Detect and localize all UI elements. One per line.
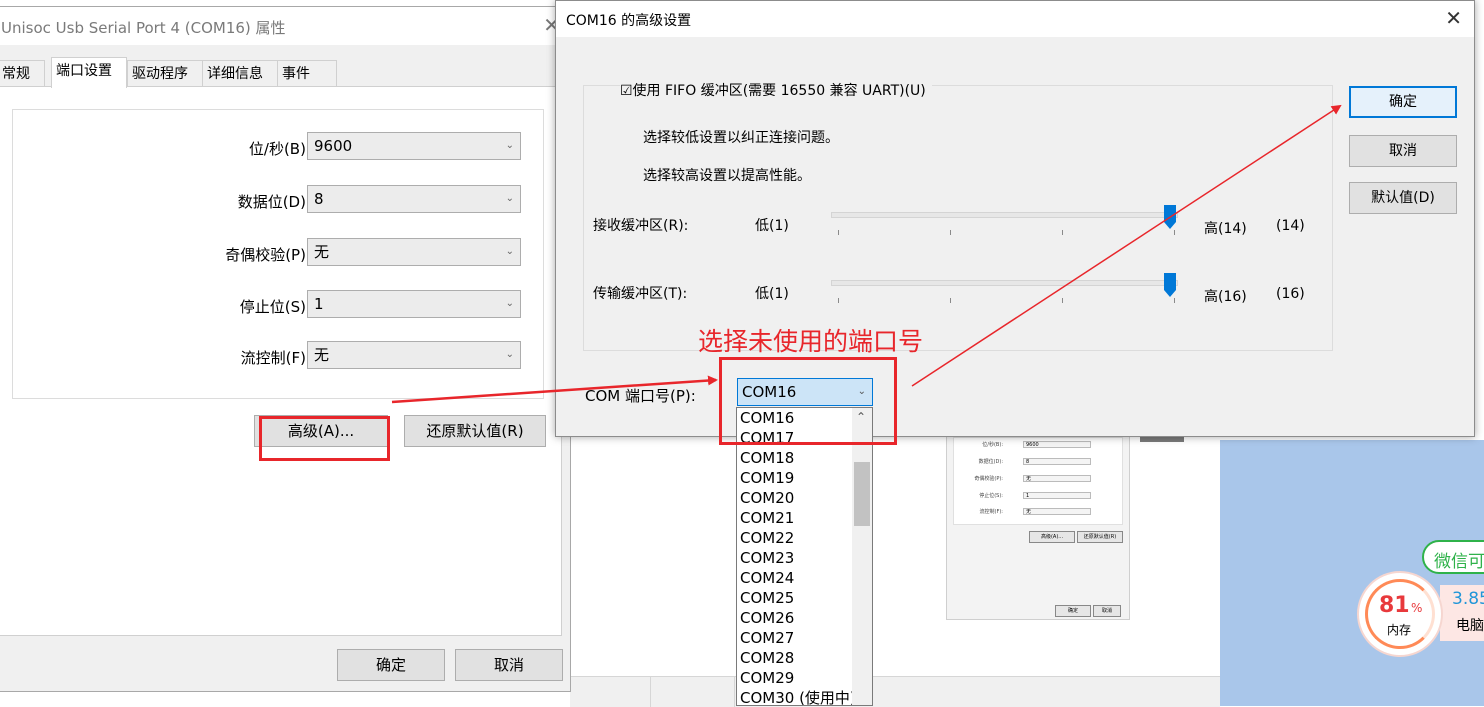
percent-sign: % [1411, 601, 1423, 615]
tab-port-settings[interactable]: 端口设置 [51, 57, 127, 88]
wechat-label: 微信可 [1434, 552, 1484, 572]
speed-card[interactable]: 3.85 电脑 [1440, 585, 1484, 641]
speed-value: 3.85 [1452, 589, 1484, 609]
arrow-to-com-port [391, 375, 718, 404]
annotation-arrows [391, 104, 1342, 404]
memory-percent: 81 [1379, 593, 1410, 618]
memory-label: 内存 [1387, 623, 1412, 637]
memory-widget[interactable]: 81 % 内存 [1359, 573, 1441, 655]
wechat-widget[interactable]: 微信可 [1422, 540, 1484, 574]
pc-label: 电脑 [1456, 618, 1484, 634]
arrow-to-ok-button [911, 104, 1342, 387]
